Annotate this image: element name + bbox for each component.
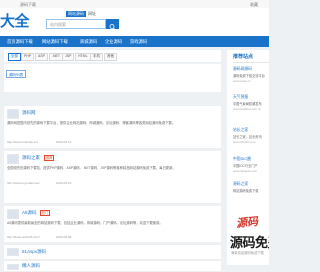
- filter-chip-php[interactable]: PHP: [21, 53, 35, 61]
- filter-bar: 全部 PHP ASP .NET JSP HTML 手机 其他: [4, 50, 221, 62]
- site-logo[interactable]: 大全: [0, 10, 30, 31]
- item-date: 2020-05-10: [56, 181, 72, 185]
- divider: [233, 62, 269, 63]
- item-title[interactable]: 51Aspx源码: [22, 249, 46, 255]
- item-title[interactable]: 源码之家: [22, 155, 40, 161]
- promo-red-text: 源码: [235, 215, 259, 231]
- item-url[interactable]: http://www.example.cn/: [7, 140, 38, 144]
- sidebar-entry-title[interactable]: 源码之家: [233, 182, 259, 187]
- sidebar-entry[interactable]: 源码网源码 源码免费下载交流平台 www.code.cn: [233, 67, 265, 83]
- sidebar-entry-url[interactable]: www.code.cn: [233, 79, 265, 83]
- site-thumbnail: [7, 109, 19, 119]
- sidebar-entry-desc: 站长之家，站长资讯: [233, 135, 262, 139]
- filter-chip-asp[interactable]: ASP: [35, 53, 49, 61]
- promo-banner[interactable]: 源码 源码免费 海量精品源码免费下载: [227, 208, 269, 265]
- sidebar-entry[interactable]: 站长之家 站长之家，站长资讯 www.chinaz.com: [233, 128, 262, 144]
- sidebar-title: 推荐站点: [233, 54, 254, 60]
- tab-source[interactable]: 网站源码: [66, 11, 86, 17]
- sidebar-entry-desc: 中国气象局权威发布: [233, 102, 262, 106]
- item-badge: 热门: [40, 209, 51, 217]
- sidebar-entry-url[interactable]: www.weather.com.cn: [233, 107, 262, 111]
- nav-item-home[interactable]: 首页源码下载: [7, 39, 33, 45]
- sidebar-entry-desc: 网站源码免费下载: [233, 189, 259, 193]
- site-thumbnail: [7, 248, 19, 256]
- item-url[interactable]: http://down.admin5.com/: [7, 235, 40, 239]
- site-list: 源码网 源码网是国内领先的源码下载平台，提供企业网站源码、商城源码、论坛源码、博…: [4, 96, 221, 272]
- sidebar-entry-url[interactable]: www.chinaz.com: [233, 140, 262, 144]
- top-bar-left-link[interactable]: 源码下载: [20, 2, 36, 8]
- item-date: 2020-05-12: [56, 140, 72, 144]
- item-url[interactable]: http://www.mycodes.net/: [7, 181, 40, 185]
- list-item[interactable]: A5源码 热门 A5源码提供最新最全的网站源码下载，包括企业源码、商城源码、门户…: [4, 206, 221, 243]
- search-input[interactable]: 站内搜索: [46, 19, 106, 29]
- list-item[interactable]: 源码之家 推荐 全国领先的源码下载站，提供PHP源码、ASP源码、.NET源码、…: [4, 151, 221, 204]
- filter-chip-jsp[interactable]: JSP: [62, 53, 75, 61]
- item-title[interactable]: 懒人源码: [22, 263, 40, 269]
- search-icon: [109, 24, 116, 30]
- list-view-toggle[interactable]: 源码列表: [6, 70, 26, 78]
- filter-chip-html[interactable]: HTML: [75, 53, 91, 61]
- item-description: 全国领先的源码下载站，提供PHP源码、ASP源码、.NET源码、JSP源码等各种…: [7, 166, 176, 170]
- main-nav: 首页源码下载 网站源码下载 商城源码 企业源码 游戏源码: [0, 36, 269, 47]
- sidebar-entry[interactable]: 天气预报 中国气象局权威发布 www.weather.com.cn: [233, 95, 262, 111]
- top-bar-right-link[interactable]: 收藏: [250, 2, 258, 8]
- filter-chip-mobile[interactable]: 手机: [90, 53, 103, 61]
- nav-item-shop[interactable]: 商城源码: [80, 39, 97, 45]
- item-title[interactable]: A5源码: [22, 210, 37, 216]
- sidebar-entry-desc: 源码免费下载交流平台: [233, 74, 265, 78]
- nav-item-site-source[interactable]: 网站源码下载: [42, 39, 68, 45]
- item-date: 2020-05-08: [56, 235, 72, 239]
- sidebar-entry-title[interactable]: 站长之家: [233, 128, 262, 133]
- item-badge: 推荐: [44, 154, 55, 162]
- nav-item-game[interactable]: 游戏源码: [130, 39, 147, 45]
- sidebar-entry-title[interactable]: 天气预报: [233, 95, 262, 100]
- sidebar-entry-title[interactable]: 中国IDC圈: [233, 157, 258, 162]
- site-thumbnail: [7, 154, 19, 164]
- filter-chip-other[interactable]: 其他: [104, 53, 117, 61]
- sidebar-entry[interactable]: 源码之家 网站源码免费下载: [233, 182, 259, 193]
- header: [0, 8, 269, 36]
- list-item[interactable]: 源码网 源码网是国内领先的源码下载平台，提供企业网站源码、商城源码、论坛源码、博…: [4, 106, 221, 149]
- promo-small-text: 海量精品源码免费下载: [231, 251, 264, 255]
- list-item[interactable]: 51Aspx源码: [4, 245, 221, 260]
- nav-item-company[interactable]: 企业源码: [105, 39, 122, 45]
- item-description: A5源码提供最新最全的网站源码下载，包括企业源码、商城源码、门户源码、论坛源码等…: [7, 221, 163, 225]
- item-description: 源码网是国内领先的源码下载平台，提供企业网站源码、商城源码、论坛源码、博客源码等…: [7, 121, 176, 125]
- filter-chip-net[interactable]: .NET: [49, 53, 63, 61]
- sidebar-entry-url[interactable]: www.idcquan.com: [233, 169, 258, 173]
- view-toggle-card: 源码列表: [4, 64, 221, 92]
- item-title[interactable]: 源码网: [22, 110, 36, 116]
- promo-black-text: 源码免费: [230, 235, 269, 250]
- list-item[interactable]: 懒人源码: [4, 261, 221, 272]
- sidebar-entry-title[interactable]: 源码网源码: [233, 67, 265, 72]
- filter-chip-all[interactable]: 全部: [8, 53, 21, 61]
- sidebar-entry-desc: 中国IDC行业门户: [233, 164, 258, 168]
- search-button[interactable]: [106, 19, 119, 30]
- site-thumbnail: [7, 209, 19, 219]
- tab-sites[interactable]: 网址: [86, 11, 98, 17]
- sidebar-entry[interactable]: 中国IDC圈 中国IDC行业门户 www.idcquan.com: [233, 157, 258, 173]
